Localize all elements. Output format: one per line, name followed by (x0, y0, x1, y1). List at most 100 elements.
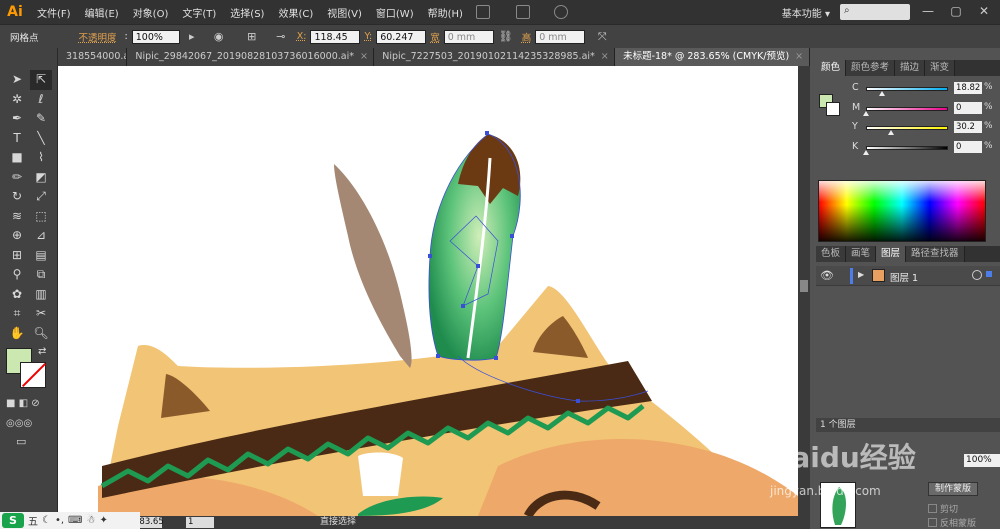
symbol-sprayer-tool-icon[interactable]: ✿ (6, 285, 28, 305)
curvature-tool-icon[interactable]: ✎ (30, 109, 52, 129)
width-input[interactable]: 0 mm (443, 29, 494, 44)
y-label[interactable]: Y: (364, 31, 372, 42)
perspective-grid-tool-icon[interactable]: ⊿ (30, 226, 52, 246)
tab-close-icon[interactable]: × (795, 51, 803, 62)
menu-item-5[interactable]: 效果(C) (271, 5, 320, 20)
blend-tool-icon[interactable]: ⧉ (30, 265, 52, 285)
document-tab[interactable]: 未标题-18* @ 283.65% (CMYK/预览) × (615, 48, 810, 66)
width-tool-icon[interactable]: ≋ (6, 207, 28, 227)
layer-target-icon[interactable] (972, 270, 982, 280)
opacity-label[interactable]: 不透明度 (79, 30, 117, 44)
panel-tab[interactable]: 图层 (876, 246, 907, 262)
clip-checkbox[interactable]: 剪切 (928, 502, 958, 515)
layer-name[interactable]: 图层 1 (890, 270, 918, 284)
channel-value-input[interactable]: 0 (954, 140, 982, 153)
gpu-performance-icon[interactable] (553, 5, 568, 19)
skin-icon[interactable]: ☃ (86, 515, 95, 526)
panel-stroke-swatch[interactable] (826, 102, 840, 116)
document-tab[interactable]: 318554000.ai*× (58, 48, 128, 66)
recolor-icon[interactable]: ◉ (212, 30, 226, 44)
paintbrush-tool-icon[interactable]: ⌇ (30, 148, 52, 168)
expand-arrow-icon[interactable]: ▶ (858, 270, 864, 279)
moon-icon[interactable]: ☾ (42, 515, 51, 526)
keyboard-icon[interactable]: ⌨ (68, 515, 82, 526)
eraser-tool-icon[interactable]: ◩ (30, 168, 52, 188)
stroke-color-swatch[interactable] (20, 362, 46, 388)
visibility-eye-icon[interactable]: 👁︎ (820, 269, 834, 282)
panel-tab[interactable]: 色板 (816, 246, 847, 262)
panel-tab[interactable]: 颜色 (816, 60, 847, 76)
width-label[interactable]: 宽 (430, 30, 440, 44)
document-tab[interactable]: Nipic_29842067_20190828103736016000.ai* × (127, 48, 375, 66)
panel-tab[interactable]: 颜色参考 (846, 60, 896, 76)
channel-value-input[interactable]: 30.2 (954, 121, 982, 133)
panel-tab[interactable]: 描边 (895, 60, 926, 76)
menu-item-6[interactable]: 视图(V) (320, 5, 369, 20)
direct-selection-tool-icon[interactable]: ⇱ (30, 70, 52, 90)
transparency-opacity-input[interactable]: 100% (964, 454, 1000, 467)
type-tool-icon[interactable]: T (6, 129, 28, 149)
menu-item-0[interactable]: 文件(F) (30, 5, 78, 20)
scale-tool-icon[interactable]: ⤢ (30, 187, 52, 207)
bridge-icon[interactable] (475, 5, 490, 19)
selection-tool-icon[interactable]: ➤ (6, 70, 28, 90)
panel-tab[interactable]: 渐变 (925, 60, 956, 76)
pen-tool-icon[interactable]: ✒ (6, 109, 28, 129)
search-input[interactable]: ⌕ (840, 4, 910, 20)
column-graph-tool-icon[interactable]: ▥ (30, 285, 52, 305)
layer-row[interactable]: 👁︎ ▶ 图层 1 (816, 266, 1000, 286)
menu-item-3[interactable]: 文字(T) (175, 5, 223, 20)
workspace-switcher[interactable]: 基本功能 ▾ (782, 5, 830, 20)
slice-tool-icon[interactable]: ✂ (30, 304, 52, 324)
slider-knob[interactable] (863, 149, 869, 155)
x-input[interactable]: 118.45 (310, 29, 361, 44)
artboard-page-input[interactable]: 1 (186, 517, 214, 528)
panel-tab[interactable]: 路径查找器 (906, 246, 965, 262)
artwork[interactable] (58, 66, 798, 516)
shape-builder-tool-icon[interactable]: ⊕ (6, 226, 28, 246)
invert-mask-checkbox[interactable]: 反相蒙版 (928, 516, 976, 529)
channel-slider[interactable] (866, 126, 948, 130)
artboard-tool-icon[interactable]: ⌗ (6, 304, 28, 324)
slider-knob[interactable] (863, 110, 869, 116)
rotate-tool-icon[interactable]: ↻ (6, 187, 28, 207)
opacity-input[interactable]: 100% (131, 29, 180, 44)
eyedropper-tool-icon[interactable]: ⚲ (6, 265, 28, 285)
free-transform-tool-icon[interactable]: ⬚ (30, 207, 52, 227)
maximize-button[interactable]: ▢ (948, 4, 964, 20)
channel-slider[interactable] (866, 145, 948, 150)
channel-slider[interactable] (866, 106, 948, 111)
transform-icon[interactable]: ⤧ (595, 30, 609, 44)
hand-tool-icon[interactable]: ✋ (6, 324, 28, 344)
settings-icon[interactable]: ✦ (99, 515, 107, 526)
channel-value-input[interactable]: 0 (954, 101, 982, 114)
swap-colors-icon[interactable]: ⇄ (38, 342, 46, 361)
scroll-thumb[interactable] (800, 280, 808, 292)
tab-close-icon[interactable]: × (360, 51, 368, 62)
height-label[interactable]: 高 (522, 30, 532, 44)
x-label[interactable]: X: (297, 31, 307, 42)
slider-knob[interactable] (878, 91, 885, 96)
pencil-tool-icon[interactable]: ✏ (6, 168, 28, 188)
document-tab[interactable]: Nipic_7227503_20190102114235328985.ai* × (374, 48, 616, 66)
menu-item-8[interactable]: 帮助(H) (421, 5, 470, 20)
menu-item-4[interactable]: 选择(S) (223, 5, 271, 20)
align-icon[interactable]: ⊞ (245, 30, 259, 44)
y-input[interactable]: 60.247 (376, 29, 427, 44)
arrange-documents-icon[interactable] (515, 5, 530, 19)
zoom-tool-icon[interactable]: 🔍︎ (30, 324, 52, 344)
tab-close-icon[interactable]: × (601, 51, 609, 62)
opacity-dropdown-icon[interactable]: ▸ (185, 30, 199, 44)
link-icon[interactable]: ⛓ (499, 30, 513, 44)
close-button[interactable]: ✕ (976, 4, 992, 20)
panel-tab[interactable]: 画笔 (846, 246, 877, 262)
menu-item-7[interactable]: 窗口(W) (369, 5, 421, 20)
gradient-tool-icon[interactable]: ▤ (30, 246, 52, 266)
artboard-canvas[interactable] (58, 66, 798, 516)
channel-value-input[interactable]: 18.82 (954, 82, 982, 94)
height-input[interactable]: 0 mm (535, 29, 586, 44)
sogou-logo-icon[interactable]: S (2, 513, 24, 528)
slider-knob[interactable] (887, 130, 894, 135)
lasso-tool-icon[interactable]: ℓ (30, 90, 52, 110)
draw-mode-icon[interactable]: ◎◎◎ (6, 414, 32, 433)
